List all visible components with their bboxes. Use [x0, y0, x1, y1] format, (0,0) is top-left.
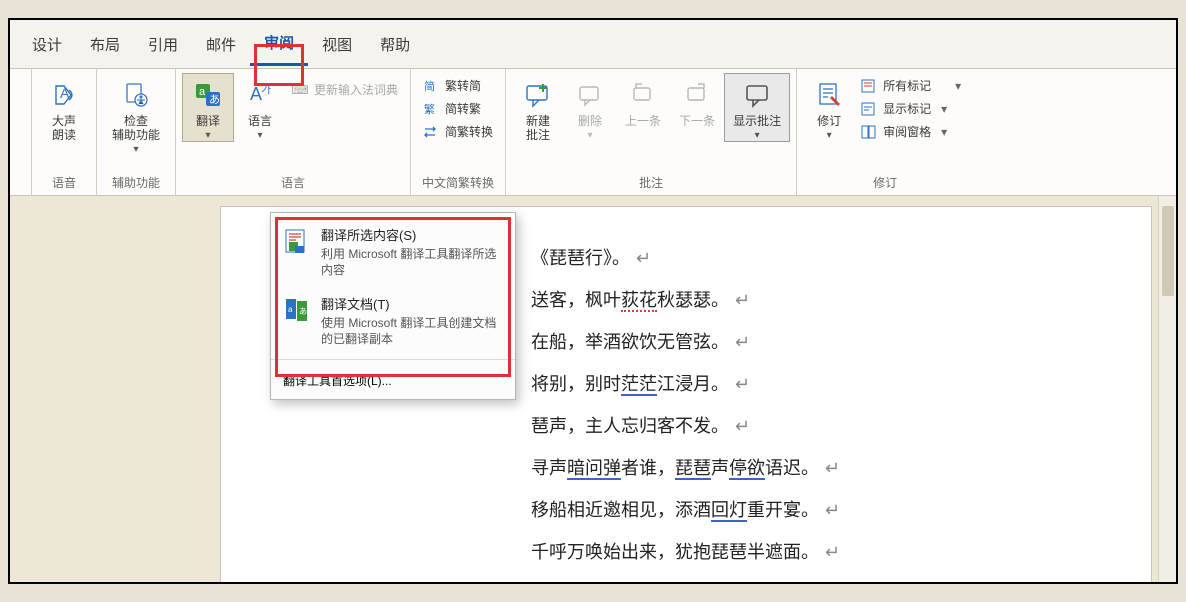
new-comment-icon: [521, 78, 555, 112]
doc-line: 转轴拨弦三两声，未成曲调先有情。↵: [531, 573, 1091, 582]
translate-dropdown: 翻译所选内容(S) 利用 Microsoft 翻译工具翻译所选内容 aあ 翻译文…: [270, 212, 516, 400]
chevron-down-icon: ▾: [206, 130, 211, 141]
show-comments-icon: [740, 78, 774, 112]
chevron-down-icon: ▾: [133, 144, 138, 155]
sc-tc-convert-button[interactable]: 简繁转换: [423, 123, 493, 140]
delete-comment-icon: [573, 78, 607, 112]
doc-line: 《琵琶行》。↵: [531, 237, 1091, 279]
track-changes-icon: [812, 78, 846, 112]
translate-document-icon: aあ: [283, 296, 311, 324]
check-accessibility-button[interactable]: 检查 辅助功能 ▾: [103, 73, 169, 156]
group-accessibility-label: 辅助功能: [97, 174, 175, 195]
to-simplified-button[interactable]: 简 繁转简: [423, 77, 493, 94]
svg-text:a: a: [288, 305, 293, 314]
show-markup-dropdown[interactable]: 显示标记 ▾: [861, 100, 961, 117]
show-markup-icon: [861, 101, 877, 117]
dd-item-title: 翻译文档(T): [321, 294, 503, 313]
group-tracking-label: 修订: [797, 174, 973, 195]
chevron-down-icon: ▾: [941, 102, 947, 116]
svg-text:a: a: [199, 86, 206, 98]
doc-line: 寻声暗问弹者谁，琵琶声停欲语迟。↵: [531, 447, 1091, 489]
translate-icon: aあ: [191, 78, 225, 112]
update-ime-button[interactable]: ⌨ 更新输入法词典: [292, 81, 398, 98]
dropdown-separator: [271, 359, 515, 360]
new-comment-button[interactable]: 新建 批注: [512, 73, 564, 143]
tab-review[interactable]: 审阅: [250, 22, 308, 66]
svg-text:A: A: [60, 85, 70, 101]
ribbon: A 大声 朗读 语音 检查 辅助功能 ▾ 辅助功能: [10, 68, 1176, 196]
group-chinese-label: 中文简繁转换: [411, 174, 505, 195]
read-aloud-button[interactable]: A 大声 朗读: [38, 73, 90, 143]
prev-comment-button[interactable]: 上一条: [616, 73, 670, 129]
reviewing-pane-icon: [861, 124, 877, 140]
svg-text:あ: あ: [209, 93, 220, 106]
track-changes-button[interactable]: 修订 ▾: [803, 73, 855, 142]
translate-button[interactable]: aあ 翻译 ▾: [182, 73, 234, 142]
markup-icon: [861, 78, 877, 94]
tab-layout[interactable]: 布局: [76, 24, 134, 65]
group-language-label: 语言: [176, 174, 410, 195]
tab-mailings[interactable]: 邮件: [192, 24, 250, 65]
language-icon: A가: [243, 78, 277, 112]
next-comment-button[interactable]: 下一条: [670, 73, 724, 129]
svg-text:简: 简: [424, 79, 435, 93]
dd-item-desc: 利用 Microsoft 翻译工具翻译所选内容: [321, 246, 503, 278]
translate-document-item[interactable]: aあ 翻译文档(T) 使用 Microsoft 翻译工具创建文档的已翻译副本: [283, 292, 503, 349]
doc-line: 在船，举酒欲饮无管弦。↵: [531, 321, 1091, 363]
tab-references[interactable]: 引用: [134, 24, 192, 65]
tab-design[interactable]: 设计: [18, 24, 76, 65]
translate-selection-item[interactable]: 翻译所选内容(S) 利用 Microsoft 翻译工具翻译所选内容: [283, 223, 503, 280]
convert-icon: [423, 124, 439, 140]
doc-line: 千呼万唤始出来，犹抱琵琶半遮面。↵: [531, 531, 1091, 573]
tab-view[interactable]: 视图: [308, 24, 366, 65]
translate-selection-icon: [283, 227, 311, 255]
display-for-review-dropdown[interactable]: 所有标记 ▾: [861, 77, 961, 94]
translator-preferences-item[interactable]: 翻译工具首选项(L)...: [271, 362, 515, 399]
stub-left: [10, 69, 31, 191]
vertical-scrollbar[interactable]: [1158, 196, 1176, 582]
chevron-down-icon: ▾: [258, 130, 263, 141]
group-speech-label: 语音: [32, 174, 96, 195]
reviewing-pane-dropdown[interactable]: 审阅窗格 ▾: [861, 123, 961, 140]
show-comments-button[interactable]: 显示批注 ▾: [724, 73, 790, 142]
group-comments-label: 批注: [506, 174, 796, 195]
delete-comment-button[interactable]: 删除 ▾: [564, 73, 616, 142]
scrollbar-thumb[interactable]: [1162, 206, 1174, 296]
language-button[interactable]: A가 语言 ▾: [234, 73, 286, 142]
prev-comment-icon: [626, 78, 660, 112]
simplified-icon: 简: [423, 78, 439, 94]
doc-line: 将别，别时茫茫江浸月。↵: [531, 363, 1091, 405]
svg-text:あ: あ: [299, 307, 307, 316]
doc-line: 移船相近邀相见，添酒回灯重开宴。↵: [531, 489, 1091, 531]
dd-item-title: 翻译所选内容(S): [321, 225, 503, 244]
chevron-down-icon: ▾: [588, 130, 593, 141]
tab-help[interactable]: 帮助: [366, 24, 424, 65]
ribbon-tabs: 设计 布局 引用 邮件 审阅 视图 帮助: [10, 20, 1176, 68]
document-area: 《琵琶行》。↵ 送客，枫叶荻花秋瑟瑟。↵ 在船，举酒欲饮无管弦。↵ 将别，别时茫…: [10, 196, 1176, 582]
accessibility-icon: [119, 78, 153, 112]
svg-text:가: 가: [261, 83, 271, 96]
ime-icon: ⌨: [292, 82, 308, 98]
to-traditional-button[interactable]: 繁 简转繁: [423, 100, 493, 117]
chevron-down-icon: ▾: [955, 79, 961, 93]
chevron-down-icon: ▾: [755, 130, 760, 141]
doc-line: 琶声，主人忘归客不发。↵: [531, 405, 1091, 447]
chevron-down-icon: ▾: [827, 130, 832, 141]
traditional-icon: 繁: [423, 101, 439, 117]
doc-line: 送客，枫叶荻花秋瑟瑟。↵: [531, 279, 1091, 321]
next-comment-icon: [680, 78, 714, 112]
svg-text:繁: 繁: [424, 102, 435, 116]
read-aloud-icon: A: [47, 78, 81, 112]
dd-item-desc: 使用 Microsoft 翻译工具创建文档的已翻译副本: [321, 315, 503, 347]
chevron-down-icon: ▾: [941, 125, 947, 139]
